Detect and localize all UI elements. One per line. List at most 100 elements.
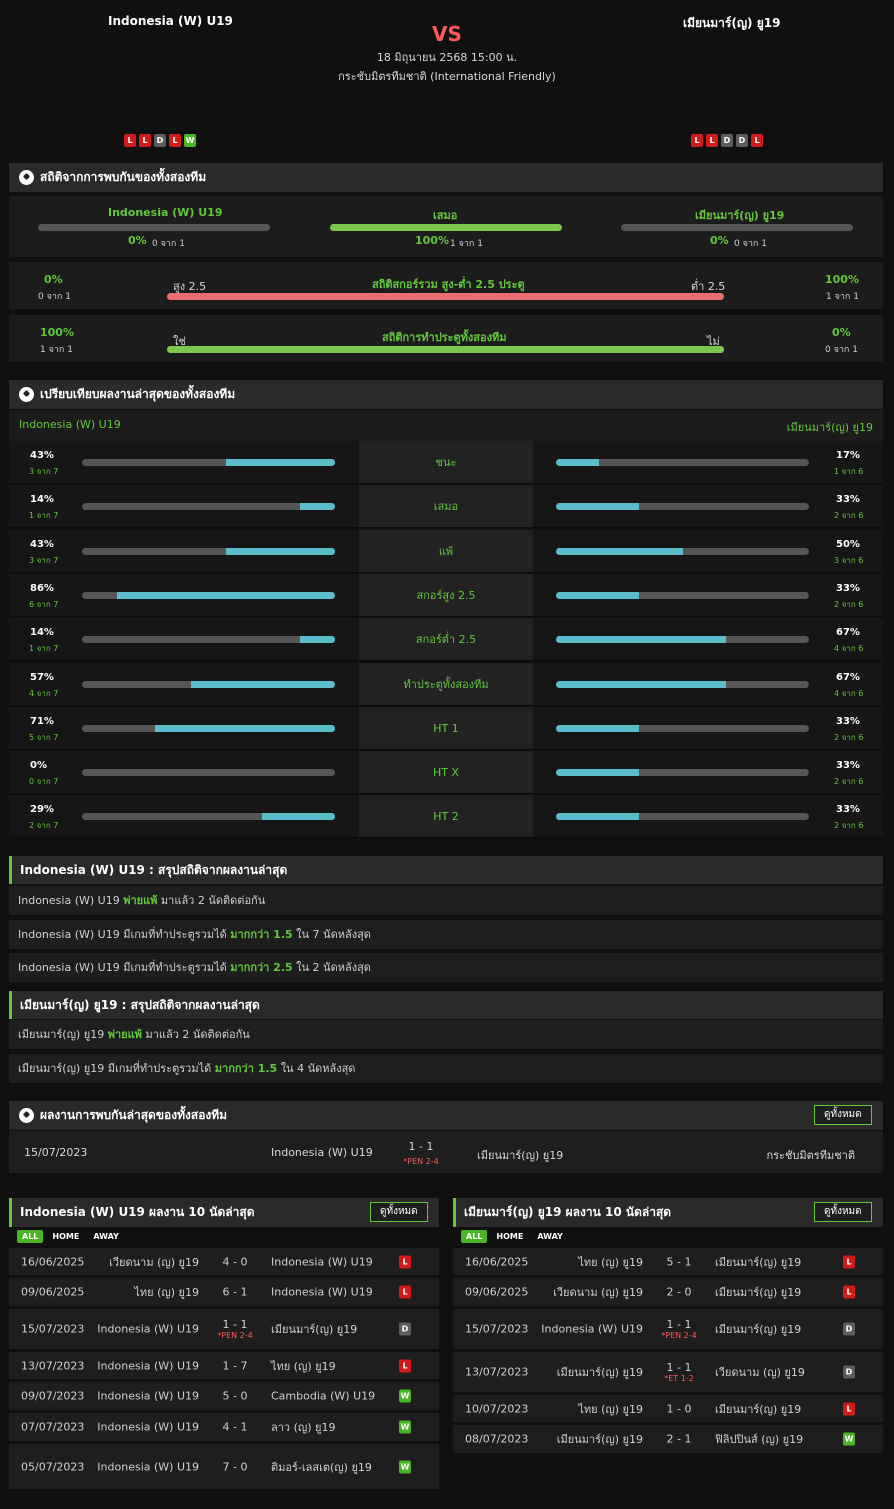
match-score: 1 - 1 — [408, 1140, 434, 1153]
tab-away[interactable]: AWAY — [88, 1230, 124, 1243]
away-sub: 0 จาก 1 — [734, 239, 767, 249]
summary-suffix: มาแล้ว 2 นัดติดต่อกัน — [145, 1028, 250, 1041]
home-bar — [82, 813, 335, 820]
home-pct: 14% — [30, 494, 54, 505]
summary-row: Indonesia (W) U19 มีเกมที่ทำประตูรวมได้ … — [9, 953, 883, 982]
football-icon — [19, 1108, 34, 1123]
away-sub: 4 จาก 6 — [834, 689, 864, 698]
compare-label: เสมอ — [359, 485, 533, 527]
match-score: 1 - 0 — [649, 1402, 709, 1415]
match-home: Indonesia (W) U19 — [541, 1322, 643, 1336]
result-badge: L — [843, 1285, 855, 1299]
compare-row: 0% 0 จาก 7 HT X 33% 2 จาก 6 — [9, 751, 883, 794]
match-home: ไทย (ญ) ยู19 — [578, 1255, 643, 1269]
away-bar-fill — [556, 681, 726, 688]
away-sub: 3 จาก 6 — [834, 556, 864, 565]
score-note: *PEN 2-4 — [661, 1331, 697, 1340]
match-score: 2 - 0 — [649, 1286, 709, 1299]
summary-suffix: ใน 7 นัดหลังสุด — [296, 927, 371, 941]
compare-row: 86% 6 จาก 7 สกอร์สูง 2.5 33% 2 จาก 6 — [9, 574, 883, 617]
match-home: Indonesia (W) U19 — [97, 1420, 199, 1434]
match-row[interactable]: 15/07/2023 Indonesia (W) U19 1 - 1 *PEN 2-4… — [453, 1309, 883, 1349]
form-badge: L — [691, 134, 703, 147]
match-score: 7 - 0 — [205, 1460, 265, 1473]
away-pct: 0% — [710, 234, 729, 247]
compare-label: ทำประตูทั้งสองทีม — [359, 663, 533, 705]
home-pct: 86% — [30, 583, 54, 594]
match-score: 2 - 1 — [649, 1433, 709, 1446]
away-last10-view-all-button[interactable]: ดูทั้งหมด — [814, 1202, 872, 1222]
draw-fill — [330, 224, 562, 231]
match-row[interactable]: 09/06/2025 เวียดนาม (ญ) ยู19 2 - 0 เมียนมาร… — [453, 1278, 883, 1306]
compare-label: ชนะ — [359, 441, 533, 483]
match-row[interactable]: 16/06/2025 เวียดนาม (ญ) ยู19 4 - 0 Indonesi… — [9, 1248, 439, 1275]
home-label: Indonesia (W) U19 — [108, 206, 223, 219]
tab-home[interactable]: HOME — [491, 1230, 528, 1243]
match-row[interactable]: 09/06/2025 ไทย (ญ) ยู19 6 - 1 Indonesia (W)… — [9, 1278, 439, 1306]
home-bar-fill — [261, 813, 335, 820]
form-badge: L — [706, 134, 718, 147]
match-date: 07/07/2023 — [21, 1420, 85, 1434]
match-away: เมียนมาร์(ญ) ยู19 — [271, 1323, 358, 1336]
score-text: 2 - 1 — [666, 1432, 692, 1446]
home-sub: 3 จาก 7 — [29, 467, 59, 476]
match-row[interactable]: 08/07/2023 เมียนมาร์(ญ) ยู19 2 - 1 ฟิลิปปิน… — [453, 1425, 883, 1453]
h2h-match-row[interactable]: 15/07/2023 Indonesia (W) U19 1 - 1 *PEN … — [9, 1131, 883, 1173]
result-badge: D — [843, 1322, 855, 1336]
match-row[interactable]: 09/07/2023 Indonesia (W) U19 5 - 0 Cambodia… — [9, 1382, 439, 1410]
compare-label: HT 1 — [359, 707, 533, 749]
match-row[interactable]: 15/07/2023 Indonesia (W) U19 1 - 1 *PEN 2-4… — [9, 1309, 439, 1349]
match-row[interactable]: 10/07/2023 ไทย (ญ) ยู19 1 - 0 เมียนมาร์(ญ) … — [453, 1395, 883, 1422]
h2h-btts-panel: 100% 1 จาก 1 ใช่ สถิติการทำประตูทั้งสองท… — [9, 315, 883, 362]
away-bar-fill — [556, 636, 726, 643]
score-text: 4 - 0 — [222, 1255, 248, 1268]
match-row[interactable]: 07/07/2023 Indonesia (W) U19 4 - 1 ลาว (ญ) … — [9, 1413, 439, 1441]
home-sub: 6 จาก 7 — [29, 600, 59, 609]
tab-away[interactable]: AWAY — [532, 1230, 568, 1243]
away-sub: 2 จาก 6 — [834, 777, 864, 786]
home-sub: 2 จาก 7 — [29, 821, 59, 830]
away-sub: 2 จาก 6 — [834, 600, 864, 609]
score-text: 1 - 1 — [222, 1318, 248, 1331]
home-last10-view-all-button[interactable]: ดูทั้งหมด — [370, 1202, 428, 1222]
away-pct: 67% — [836, 627, 860, 638]
match-away: เมียนมาร์(ญ) ยู19 — [715, 1286, 802, 1299]
home-pct: 0% — [128, 234, 147, 247]
match-date: 09/06/2025 — [21, 1285, 85, 1299]
away-bar-fill — [556, 503, 640, 510]
match-away: Indonesia (W) U19 — [271, 1255, 373, 1268]
match-score: 5 - 0 — [205, 1390, 265, 1403]
away-bar — [556, 769, 809, 776]
home-pct: 57% — [30, 672, 54, 683]
match-note: *PEN 2-4 — [403, 1157, 439, 1166]
result-badge: W — [399, 1460, 411, 1473]
match-home: เมียนมาร์(ญ) ยู19 — [556, 1366, 643, 1379]
tab-all[interactable]: ALL — [17, 1230, 44, 1243]
match-row[interactable]: 13/07/2023 เมียนมาร์(ญ) ยู19 1 - 1 *ET 1-2 เ… — [453, 1352, 883, 1392]
tab-home[interactable]: HOME — [47, 1230, 84, 1243]
home-bar-fill — [226, 459, 335, 466]
home-bar — [82, 769, 335, 776]
away-bar-fill — [556, 725, 640, 732]
result-badge: L — [843, 1255, 855, 1268]
home-bar — [82, 681, 335, 688]
match-score: 4 - 1 — [205, 1421, 265, 1434]
score-text: 4 - 1 — [222, 1420, 248, 1434]
match-row[interactable]: 16/06/2025 ไทย (ญ) ยู19 5 - 1 เมียนมาร์(ญ) … — [453, 1248, 883, 1275]
tab-all[interactable]: ALL — [461, 1230, 488, 1243]
match-row[interactable]: 13/07/2023 Indonesia (W) U19 1 - 7 ไทย (ญ) … — [9, 1352, 439, 1379]
away-bar — [556, 592, 809, 599]
match-home: เวียดนาม (ญ) ยู19 — [109, 1255, 199, 1269]
away-bar — [556, 813, 809, 820]
h2h-stats-header: สถิติจากการพบกันของทั้งสองทีม — [9, 163, 883, 192]
match-home: ไทย (ญ) ยู19 — [578, 1402, 643, 1416]
match-away: ลาว (ญ) ยู19 — [271, 1421, 336, 1434]
away-pct: 33% — [836, 494, 860, 505]
summary-highlight: พ่ายแพ้ — [123, 894, 158, 907]
h2h-view-all-button[interactable]: ดูทั้งหมด — [814, 1105, 872, 1125]
match-row[interactable]: 05/07/2023 Indonesia (W) U19 7 - 0 ติมอร์-เ… — [9, 1444, 439, 1489]
home-bar — [82, 725, 335, 732]
match-home: เวียดนาม (ญ) ยู19 — [553, 1286, 643, 1299]
h2h-ou-panel: 0% 0 จาก 1 สูง 2.5 สถิติสกอร์รวม สูง-ต่ำ… — [9, 262, 883, 309]
match-score: 1 - 1 *PEN 2-4 — [649, 1318, 709, 1340]
